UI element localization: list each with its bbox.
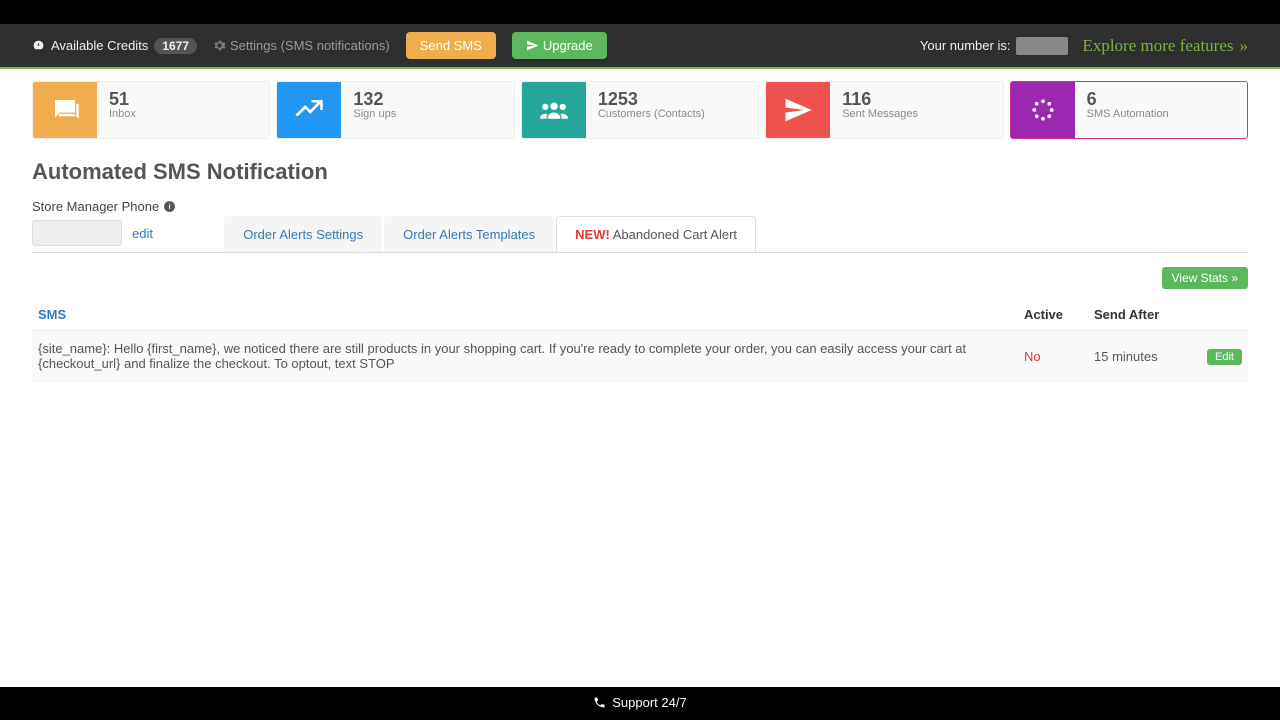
stat-sent[interactable]: 116 Sent Messages <box>765 81 1003 139</box>
gear-icon <box>213 39 226 52</box>
your-number-label: Your number is: <box>920 38 1011 53</box>
col-actions <box>1198 299 1248 331</box>
send-icon <box>766 82 830 138</box>
table-row: {site_name}: Hello {first_name}, we noti… <box>32 331 1248 382</box>
col-active: Active <box>1018 299 1088 331</box>
svg-text:i: i <box>169 202 171 211</box>
stat-label: Inbox <box>109 108 257 120</box>
info-icon[interactable]: i <box>163 200 176 213</box>
new-badge: NEW! <box>575 227 610 242</box>
edit-row-button[interactable]: Edit <box>1207 349 1242 365</box>
stat-label: Sign ups <box>353 108 501 120</box>
phone-input[interactable] <box>32 220 122 246</box>
tab-abandoned-cart[interactable]: NEW! Abandoned Cart Alert <box>556 216 756 252</box>
footer[interactable]: Support 24/7 <box>0 687 1280 720</box>
stat-signups[interactable]: 132 Sign ups <box>276 81 514 139</box>
stat-value: 116 <box>842 90 990 108</box>
header-bar: Available Credits 1677 Settings (SMS not… <box>0 24 1280 69</box>
sms-table: SMS Active Send After {site_name}: Hello… <box>32 299 1248 382</box>
stat-value: 1253 <box>598 90 746 108</box>
your-number: Your number is: <box>920 37 1069 55</box>
chevron-double-right-icon: » <box>1240 36 1249 56</box>
stat-inbox[interactable]: 51 Inbox <box>32 81 270 139</box>
stat-value: 6 <box>1087 90 1235 108</box>
top-black-bar <box>0 0 1280 24</box>
content: 51 Inbox 132 Sign ups 1253 Customers (Co… <box>0 69 1280 394</box>
users-icon <box>522 82 586 138</box>
tabs: Order Alerts Settings Order Alerts Templ… <box>224 216 758 252</box>
stat-label: SMS Automation <box>1087 108 1235 120</box>
settings-link[interactable]: Settings (SMS notifications) <box>213 38 390 53</box>
settings-label: Settings (SMS notifications) <box>230 38 390 53</box>
stat-label: Sent Messages <box>842 108 990 120</box>
dashboard-icon <box>32 39 45 52</box>
credits-label: Available Credits <box>51 38 148 53</box>
cell-active: No <box>1018 331 1088 382</box>
header-right: Your number is: Explore more features » <box>920 36 1248 56</box>
table-wrap: View Stats » SMS Active Send After {site… <box>32 267 1248 382</box>
stat-value: 132 <box>353 90 501 108</box>
cell-sms: {site_name}: Hello {first_name}, we noti… <box>32 331 1018 382</box>
automation-icon <box>1011 82 1075 138</box>
tab-abandoned-label: Abandoned Cart Alert <box>610 227 737 242</box>
number-box <box>1016 37 1068 55</box>
phone-label: Store Manager Phone i <box>32 199 176 214</box>
upgrade-button[interactable]: Upgrade <box>512 32 607 59</box>
credits-count: 1677 <box>154 38 197 54</box>
stat-customers[interactable]: 1253 Customers (Contacts) <box>521 81 759 139</box>
support-label: Support 24/7 <box>612 695 686 710</box>
stats-row: 51 Inbox 132 Sign ups 1253 Customers (Co… <box>32 81 1248 139</box>
page-title: Automated SMS Notification <box>32 159 1248 185</box>
edit-phone-link[interactable]: edit <box>132 226 153 241</box>
stat-value: 51 <box>109 90 257 108</box>
tab-order-templates[interactable]: Order Alerts Templates <box>384 216 554 252</box>
phone-label-text: Store Manager Phone <box>32 199 159 214</box>
stat-automation[interactable]: 6 SMS Automation <box>1010 81 1248 139</box>
tab-order-settings[interactable]: Order Alerts Settings <box>224 216 382 252</box>
explore-link[interactable]: Explore more features » <box>1082 36 1248 56</box>
col-sms[interactable]: SMS <box>32 299 1018 331</box>
send-sms-button[interactable]: Send SMS <box>406 32 496 59</box>
tabs-container: Store Manager Phone i edit Order Alerts … <box>32 199 1248 253</box>
available-credits[interactable]: Available Credits 1677 <box>32 38 197 54</box>
cell-send-after: 15 minutes <box>1088 331 1198 382</box>
chat-icon <box>33 82 97 138</box>
explore-label: Explore more features <box>1082 36 1233 56</box>
chart-line-icon <box>277 82 341 138</box>
phone-section: Store Manager Phone i edit <box>32 199 176 252</box>
col-send-after: Send After <box>1088 299 1198 331</box>
plane-icon <box>526 39 539 52</box>
phone-icon <box>593 696 606 709</box>
stat-label: Customers (Contacts) <box>598 108 746 120</box>
view-stats-button[interactable]: View Stats » <box>1162 267 1248 289</box>
upgrade-label: Upgrade <box>543 38 593 53</box>
